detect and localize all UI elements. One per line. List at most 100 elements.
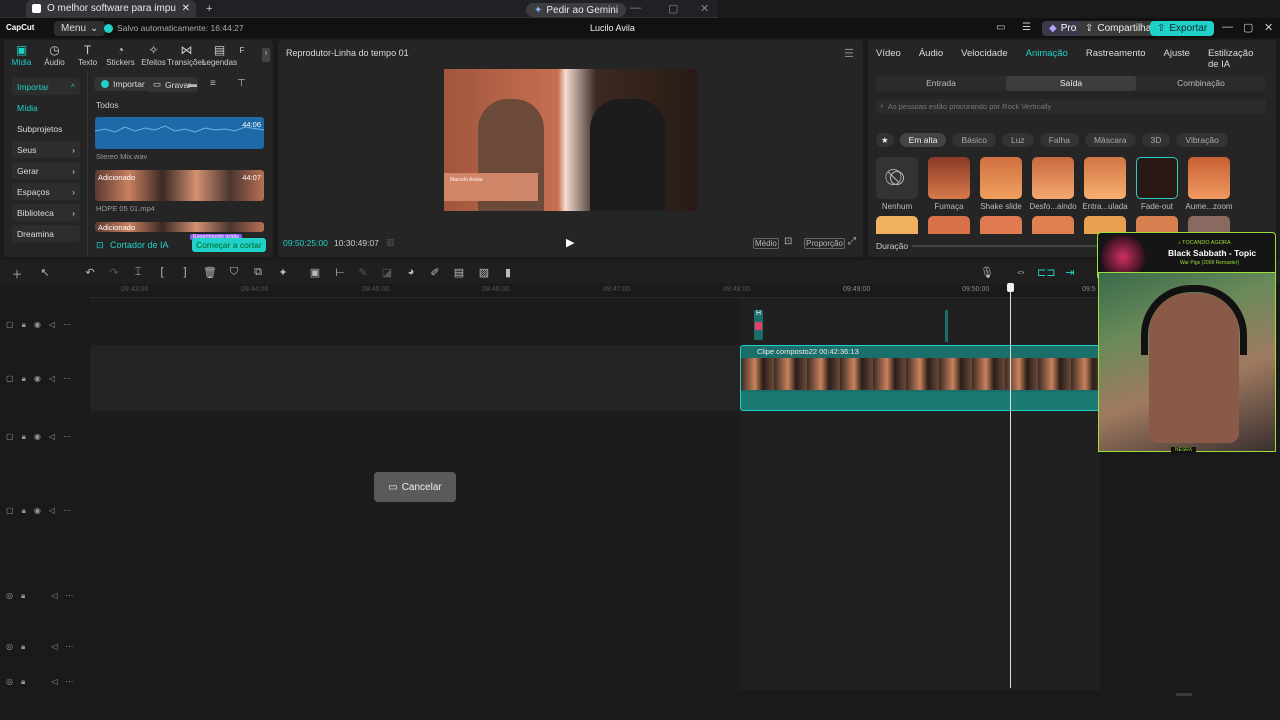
mic-icon[interactable]: 🎙 — [980, 266, 994, 279]
menu-button[interactable]: Menu ⌄ — [54, 21, 106, 36]
timeline-view-icon[interactable]: ▥ — [386, 237, 395, 248]
eye-icon[interactable]: ◉ — [34, 432, 41, 442]
sidebar-item-spaces[interactable]: Espaços › — [12, 183, 80, 200]
split-left-icon[interactable]: [ — [155, 266, 169, 278]
magnet-icon[interactable]: ⊏⊐ — [1037, 266, 1055, 279]
sidebar-item-dreamina[interactable]: Dreamina — [12, 225, 80, 242]
lock-icon[interactable]: 🔒︎ — [21, 642, 25, 652]
audio-track-icon[interactable]: ◎ — [6, 591, 13, 601]
lock-icon[interactable]: 🔒︎ — [21, 591, 25, 601]
audio-bars-icon[interactable]: ▮ — [501, 266, 515, 279]
volume-icon[interactable]: ◁ — [51, 591, 57, 601]
more-icon[interactable]: ⋯ — [63, 506, 71, 516]
zoom-fit-icon[interactable]: ⊡ — [784, 236, 792, 247]
snap-icon[interactable]: ⇥ — [1062, 266, 1078, 279]
effect-zoom-in[interactable] — [1188, 157, 1230, 199]
compound-clip[interactable]: Clipe composto22 00:42:36:13 — [740, 345, 1100, 411]
effect-thumb[interactable] — [980, 216, 1022, 234]
volume-icon[interactable]: ◁ — [49, 506, 55, 516]
subtab-in[interactable]: Entrada — [876, 76, 1006, 91]
delete-icon[interactable]: 🗑 — [203, 266, 217, 279]
play-button[interactable]: ▶ — [566, 236, 574, 249]
link-icon[interactable]: ⇔ — [1013, 266, 1029, 278]
fullscreen-icon[interactable]: ⤢ — [848, 236, 856, 247]
category-basic[interactable]: Básico — [952, 133, 996, 147]
tabs-scroll-right-icon[interactable]: › — [262, 48, 270, 62]
media-item-video[interactable]: Adicionado — [95, 222, 264, 232]
quality-button[interactable]: Médio — [753, 238, 779, 249]
category-light[interactable]: Luz — [1001, 133, 1034, 147]
category-mask[interactable]: Máscara — [1084, 133, 1136, 147]
category-vibration[interactable]: Vibração — [1176, 133, 1228, 147]
export-button[interactable]: ⇧ Exportar — [1150, 21, 1215, 36]
tab-more[interactable]: F — [236, 44, 248, 67]
browser-minimize-button[interactable]: — — [630, 2, 641, 14]
layout-icon[interactable]: ▭ — [996, 22, 1005, 33]
more-icon[interactable]: ⋯ — [65, 591, 73, 601]
track-overlay-icon[interactable]: ▢ — [6, 506, 14, 516]
tab-effects[interactable]: ✧ Efeitos — [137, 44, 170, 67]
audio-track-icon[interactable]: ◎ — [6, 677, 13, 687]
freeze-icon[interactable]: ⊢ — [333, 266, 347, 279]
eye-icon[interactable]: ◉ — [34, 374, 41, 384]
image-icon[interactable]: ▨ — [477, 266, 491, 279]
redo-icon[interactable]: ↷ — [107, 266, 121, 279]
marker-clip[interactable]: H — [754, 310, 763, 340]
tab-video[interactable]: Vídeo — [876, 48, 901, 70]
sidebar-item-media[interactable]: Mídia — [12, 99, 80, 116]
window-minimize-button[interactable]: — — [1222, 21, 1233, 33]
volume-icon[interactable]: ◁ — [49, 432, 55, 442]
lock-icon[interactable]: 🔒︎ — [22, 506, 26, 516]
track-overlay-icon[interactable]: ▢ — [6, 374, 14, 384]
tab-captions[interactable]: ▤ Legendas — [202, 44, 237, 67]
effect-fade-out[interactable] — [1136, 157, 1178, 199]
effect-none[interactable]: ⃠ — [876, 157, 918, 199]
sort-icon[interactable]: ≡ — [210, 78, 216, 89]
category-trending[interactable]: Em alta — [899, 133, 947, 147]
track-overlay-icon[interactable]: ▢ — [6, 320, 14, 330]
eye-icon[interactable]: ◉ — [34, 320, 41, 330]
magic-icon[interactable]: ✦ — [276, 266, 290, 279]
ratio-button[interactable]: Proporção — [804, 238, 845, 249]
lock-icon[interactable]: 🔒︎ — [22, 432, 26, 442]
split-icon[interactable]: ⌶ — [131, 266, 145, 279]
person-icon[interactable]: ◕ — [404, 266, 418, 278]
lock-icon[interactable]: 🔒︎ — [21, 677, 25, 687]
effect-thumb[interactable] — [928, 216, 970, 234]
new-tab-button[interactable]: + — [206, 3, 212, 15]
more-icon[interactable]: ⋯ — [63, 320, 71, 330]
favorites-star-icon[interactable]: ★ — [876, 133, 894, 147]
split-right-icon[interactable]: ] — [178, 266, 192, 278]
captions-icon[interactable]: ▤ — [452, 266, 466, 279]
subtab-combo[interactable]: Combinação — [1136, 76, 1266, 91]
tab-transitions[interactable]: ⋈ Transições — [167, 44, 206, 67]
more-icon[interactable]: ⋯ — [63, 374, 71, 384]
eye-icon[interactable]: ◉ — [34, 506, 41, 516]
tab-media[interactable]: ▣ Mídia — [5, 44, 38, 67]
effect-thumb[interactable] — [876, 216, 918, 234]
tab-audio[interactable]: ◷ Áudio — [38, 44, 71, 67]
sidebar-item-generate[interactable]: Gerar › — [12, 162, 80, 179]
tab-tracking[interactable]: Rastreamento — [1086, 48, 1146, 70]
effect-blur-out[interactable] — [1032, 157, 1074, 199]
sidebar-item-import[interactable]: Importar ^ — [12, 78, 80, 95]
filter-icon[interactable]: ⊤ — [237, 78, 246, 89]
subtab-out[interactable]: Saída — [1006, 76, 1136, 91]
crop-icon[interactable]: ⧉ — [251, 266, 265, 279]
grid-view-icon[interactable]: ▬ — [188, 79, 197, 89]
lock-icon[interactable]: 🔒︎ — [22, 320, 26, 330]
track-overlay-icon[interactable]: ▢ — [6, 432, 14, 442]
tab-speed[interactable]: Velocidade — [961, 48, 1007, 70]
media-item-video[interactable]: Adicionado 44:07 — [95, 170, 264, 201]
category-glitch[interactable]: Falha — [1039, 133, 1079, 147]
tab-animation[interactable]: Animação — [1026, 48, 1068, 70]
volume-icon[interactable]: ◁ — [51, 677, 57, 687]
timeline-scrollbar[interactable] — [1176, 693, 1192, 696]
window-restore-button[interactable]: ▢ — [1243, 21, 1253, 34]
volume-icon[interactable]: ◁ — [49, 374, 55, 384]
browser-close-button[interactable]: ✕ — [700, 2, 709, 15]
mask-icon[interactable]: ◪ — [380, 266, 394, 279]
player-menu-icon[interactable]: ☰ — [844, 47, 854, 60]
gemini-button[interactable]: ✦ Pedir ao Gemini — [526, 3, 627, 17]
duration-slider[interactable] — [912, 245, 1102, 247]
